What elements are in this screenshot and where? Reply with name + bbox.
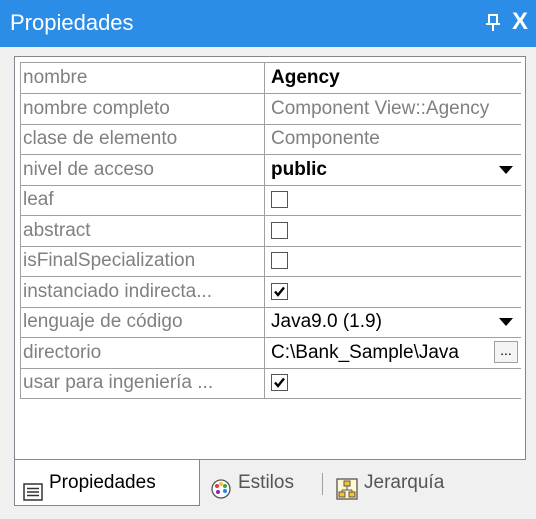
pin-icon[interactable] — [483, 12, 503, 34]
properties-panel: Propiedades X nombre Agency nombre complet… — [0, 0, 536, 519]
property-row: nivel de acceso public — [21, 155, 521, 186]
properties-icon — [23, 473, 43, 519]
property-row: clase de elemento Componente — [21, 124, 521, 155]
property-name: directorio — [21, 338, 265, 368]
property-name: nombre — [21, 63, 265, 93]
property-row: lenguaje de código Java9.0 (1.9) — [21, 307, 521, 338]
property-name: usar para ingeniería ... — [21, 368, 265, 398]
property-grid: nombre Agency nombre completo Component Vie… — [14, 56, 526, 460]
property-value-text: Componente — [271, 128, 380, 149]
property-row: usar para ingeniería ... — [21, 368, 521, 399]
property-row: isFinalSpecialization — [21, 246, 521, 277]
property-name: lenguaje de código — [21, 307, 265, 337]
property-value-text: Java9.0 (1.9) — [271, 311, 382, 332]
property-dropdown[interactable]: public — [265, 155, 521, 185]
property-checkbox-cell[interactable] — [265, 246, 521, 276]
property-checkbox[interactable] — [271, 283, 288, 300]
property-value-text: Component View::Agency — [271, 98, 490, 119]
property-row: leaf — [21, 185, 521, 216]
palette-icon — [210, 472, 232, 518]
tab-propiedades[interactable]: Propiedades — [14, 460, 200, 506]
dropdown-arrow-icon[interactable] — [499, 166, 513, 174]
panel-titlebar: Propiedades X — [0, 0, 536, 47]
tab-estilos-label: Estilos — [238, 472, 294, 493]
property-checkbox-cell[interactable] — [265, 277, 521, 307]
property-name: abstract — [21, 216, 265, 246]
property-value-text: public — [271, 159, 327, 180]
property-dropdown[interactable]: Java9.0 (1.9) — [265, 307, 521, 337]
tab-separator — [322, 473, 323, 495]
browse-button[interactable]: ... — [494, 341, 518, 363]
property-value-text: C:\Bank_Sample\Java — [271, 342, 459, 363]
property-checkbox[interactable] — [271, 191, 288, 208]
hierarchy-icon — [336, 472, 358, 518]
property-row: nombre completo Component View::Agency — [21, 94, 521, 125]
tab-bar: Propiedades Estilos Jerarquía — [14, 460, 526, 510]
property-name: clase de elemento — [21, 124, 265, 154]
property-value[interactable]: Component View::Agency — [265, 94, 521, 124]
close-icon[interactable]: X — [509, 10, 531, 34]
property-row: nombre Agency — [21, 63, 521, 94]
property-checkbox[interactable] — [271, 374, 288, 391]
dropdown-arrow-icon[interactable] — [499, 318, 513, 326]
property-name: nombre completo — [21, 94, 265, 124]
property-checkbox[interactable] — [271, 252, 288, 269]
property-value[interactable]: Componente — [265, 124, 521, 154]
property-checkbox-cell[interactable] — [265, 368, 521, 398]
property-row: abstract — [21, 216, 521, 247]
property-value[interactable]: Agency — [265, 63, 521, 93]
panel-title: Propiedades — [10, 10, 134, 35]
tab-jerarquia-label: Jerarquía — [364, 472, 445, 493]
property-value[interactable]: C:\Bank_Sample\Java... — [265, 338, 521, 368]
property-value-text: Agency — [271, 67, 340, 88]
property-checkbox-cell[interactable] — [265, 185, 521, 215]
property-name: instanciado indirecta... — [21, 277, 265, 307]
property-row: directorio C:\Bank_Sample\Java... — [21, 338, 521, 369]
property-name: nivel de acceso — [21, 155, 265, 185]
property-name: isFinalSpecialization — [21, 246, 265, 276]
tab-propiedades-label: Propiedades — [49, 472, 156, 493]
property-row: instanciado indirecta... — [21, 277, 521, 308]
property-name: leaf — [21, 185, 265, 215]
property-grid-rows: nombre Agency nombre completo Component Vie… — [20, 62, 521, 399]
property-checkbox-cell[interactable] — [265, 216, 521, 246]
property-checkbox[interactable] — [271, 222, 288, 239]
